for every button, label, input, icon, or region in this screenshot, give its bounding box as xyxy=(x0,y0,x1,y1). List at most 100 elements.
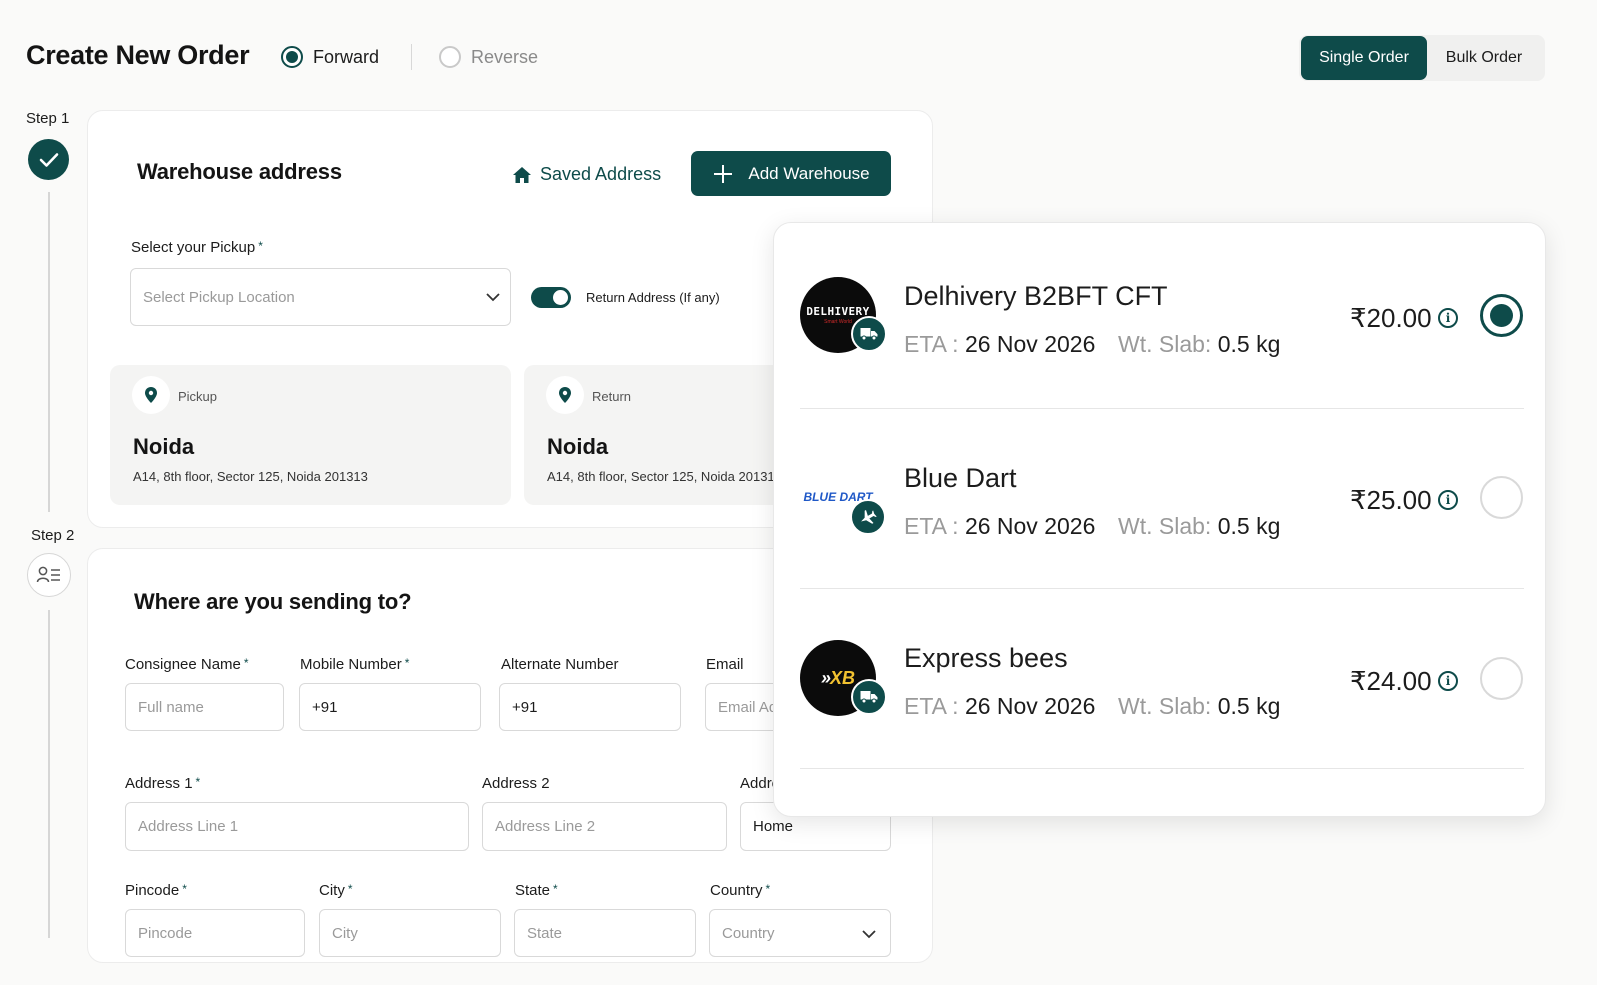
forward-radio[interactable] xyxy=(281,46,303,68)
airplane-icon xyxy=(861,510,877,524)
step-1-label: Step 1 xyxy=(26,110,70,127)
pincode-label: Pincode * xyxy=(125,882,187,899)
pickup-address-line: A14, 8th floor, Sector 125, Noida 201313 xyxy=(133,469,368,484)
city-input[interactable]: City xyxy=(319,909,501,957)
mobile-input[interactable]: +91 xyxy=(299,683,481,731)
airplane-badge xyxy=(850,499,886,535)
return-pin-badge xyxy=(546,376,584,414)
required-marker: * xyxy=(182,882,187,896)
country-select[interactable]: Country xyxy=(709,909,891,957)
return-address-line: A14, 8th floor, Sector 125, Noida 201313 xyxy=(547,469,773,484)
single-order-button[interactable]: Single Order xyxy=(1301,36,1427,80)
courier-name: Blue Dart xyxy=(904,463,1017,493)
required-marker: * xyxy=(765,882,771,896)
required-marker: * xyxy=(258,239,263,253)
courier-radio-selected[interactable] xyxy=(1480,294,1523,337)
state-input[interactable]: State xyxy=(514,909,696,957)
pickup-location-select[interactable]: Select Pickup Location xyxy=(130,268,511,326)
courier-weight-slab: Wt. Slab: 0.5 kg xyxy=(1118,331,1280,358)
create-order-page: Create New Order Forward Reverse Single … xyxy=(0,0,1597,985)
radio-unselected-icon xyxy=(439,46,461,68)
truck-icon xyxy=(860,691,878,704)
forward-label[interactable]: Forward xyxy=(313,47,379,68)
divider xyxy=(800,588,1524,589)
courier-price: ₹24.00 xyxy=(1350,666,1432,696)
reverse-label[interactable]: Reverse xyxy=(471,47,538,68)
user-list-icon xyxy=(36,566,60,583)
eta-value: 26 Nov 2026 xyxy=(964,693,1096,719)
address2-input[interactable]: Address Line 2 xyxy=(482,802,727,851)
courier-radio[interactable] xyxy=(1480,657,1523,700)
pickup-city: Noida xyxy=(133,434,195,459)
slab-label: Wt. Slab: xyxy=(1118,693,1212,719)
pincode-input[interactable]: Pincode xyxy=(125,909,305,957)
courier-eta: ETA : 26 Nov 2026 xyxy=(904,513,1095,540)
eta-label: ETA : xyxy=(904,513,959,539)
stepper-line xyxy=(48,610,50,938)
courier-radio[interactable] xyxy=(1480,476,1523,519)
eta-label: ETA : xyxy=(904,693,959,719)
slab-label: Wt. Slab: xyxy=(1118,513,1212,539)
truck-badge xyxy=(851,316,887,352)
delhivery-logo-text: DELHIVERY xyxy=(806,305,870,318)
address2-label: Address 2 xyxy=(482,775,550,792)
required-marker: * xyxy=(404,656,410,670)
add-warehouse-button[interactable]: Add Warehouse xyxy=(691,151,891,196)
pickup-label: Select your Pickup * xyxy=(131,239,263,256)
email-label: Email xyxy=(706,656,744,673)
page-title: Create New Order xyxy=(26,40,250,70)
slab-value: 0.5 kg xyxy=(1217,513,1281,539)
courier-price: ₹25.00 xyxy=(1350,485,1432,515)
consignee-name-label: Consignee Name * xyxy=(125,656,249,673)
saved-address-link[interactable]: Saved Address xyxy=(512,164,661,185)
required-marker: * xyxy=(243,656,249,670)
delhivery-logo-subtext: Smart World xyxy=(824,319,852,325)
warehouse-title: Warehouse address xyxy=(137,159,342,184)
consignee-title: Where are you sending to? xyxy=(134,589,412,614)
step-2-indicator xyxy=(27,553,71,597)
address1-label: Address 1 * xyxy=(125,775,200,792)
country-label: Country * xyxy=(710,882,770,899)
return-tag: Return xyxy=(592,389,632,404)
consignee-name-input[interactable]: Full name xyxy=(125,683,284,731)
location-pin-icon xyxy=(559,387,571,403)
courier-price: ₹20.00 xyxy=(1350,303,1432,333)
stepper-line xyxy=(48,192,50,512)
info-icon[interactable]: i xyxy=(1438,308,1458,328)
location-pin-icon xyxy=(145,387,157,403)
divider xyxy=(800,408,1524,409)
radio-selected-icon xyxy=(281,46,303,68)
slab-value: 0.5 kg xyxy=(1217,331,1281,357)
courier-weight-slab: Wt. Slab: 0.5 kg xyxy=(1118,693,1280,720)
courier-name: Express bees xyxy=(904,643,1068,673)
return-city: Noida xyxy=(547,434,609,459)
pincode-label-text: Pincode xyxy=(125,882,180,899)
info-icon[interactable]: i xyxy=(1438,671,1458,691)
required-marker: * xyxy=(195,775,201,789)
check-icon xyxy=(39,152,58,167)
address1-label-text: Address 1 xyxy=(125,775,193,792)
pickup-tag: Pickup xyxy=(178,389,218,404)
plus-icon xyxy=(714,164,733,183)
return-address-toggle[interactable] xyxy=(531,287,571,308)
address1-input[interactable]: Address Line 1 xyxy=(125,802,469,851)
slab-label: Wt. Slab: xyxy=(1118,331,1212,357)
step-2-label: Step 2 xyxy=(31,527,75,544)
alternate-number-label: Alternate Number xyxy=(501,656,619,673)
slab-value: 0.5 kg xyxy=(1217,693,1281,719)
divider xyxy=(800,768,1524,769)
xpressbees-logo-text: XB xyxy=(830,667,856,688)
eta-value: 26 Nov 2026 xyxy=(964,513,1096,539)
courier-name: Delhivery B2BFT CFT xyxy=(904,281,1168,311)
pickup-pin-badge xyxy=(132,376,170,414)
eta-label: ETA : xyxy=(904,331,959,357)
bulk-order-button[interactable]: Bulk Order xyxy=(1428,36,1540,80)
truck-badge xyxy=(851,679,887,715)
reverse-radio[interactable] xyxy=(439,46,461,68)
add-warehouse-label: Add Warehouse xyxy=(748,163,870,183)
return-address-label: Return Address (If any) xyxy=(586,290,720,305)
courier-eta: ETA : 26 Nov 2026 xyxy=(904,331,1095,358)
info-icon[interactable]: i xyxy=(1438,490,1458,510)
alternate-number-input[interactable]: +91 xyxy=(499,683,681,731)
eta-value: 26 Nov 2026 xyxy=(964,331,1096,357)
